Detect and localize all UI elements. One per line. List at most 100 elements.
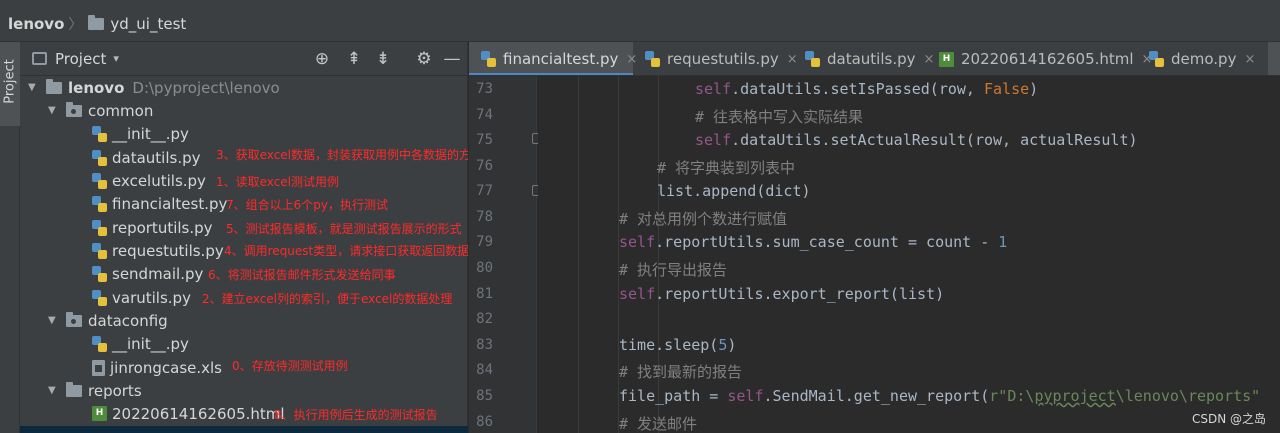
chevron-down-icon[interactable]: ▼	[48, 315, 60, 326]
tab-report-html[interactable]: H 20220614162605.html ×	[927, 42, 1152, 75]
locate-file-icon[interactable]: ⊕	[311, 48, 333, 70]
tab-label: financialtest.py	[503, 50, 619, 68]
annotation-financialtest: 7、组合以上6个py，执行测试	[226, 198, 388, 212]
project-tool-button[interactable]: Project	[0, 42, 20, 126]
python-file-icon	[92, 219, 107, 236]
breadcrumb-folder[interactable]: yd_ui_test	[110, 15, 186, 33]
code-token: self	[619, 233, 656, 251]
tree-item-label: datautils.py	[112, 148, 201, 167]
python-file-icon	[92, 149, 107, 166]
tree-item-lenovo[interactable]: ▼ lenovo D:\pyproject\lenovo	[20, 76, 468, 99]
code-token: )	[1029, 80, 1039, 98]
folder-icon	[66, 381, 82, 397]
code-token: .reportUtils.sum_case_count = count -	[655, 233, 999, 251]
tree-item-path: D:\pyproject\lenovo	[132, 78, 280, 97]
line-number: 73	[476, 81, 493, 97]
excel-file-icon	[92, 359, 105, 376]
code-token: .reportUtils.export_report(list)	[655, 285, 945, 303]
code-token: )	[727, 336, 737, 354]
line-number: 85	[476, 388, 493, 404]
line-number: 74	[476, 107, 493, 123]
code-token: time.sleep(	[619, 336, 719, 354]
code-token: pyproject	[1034, 387, 1116, 405]
python-file-icon	[92, 195, 107, 212]
gear-icon[interactable]: ⚙	[413, 48, 435, 70]
tree-item-label: requestutils.py	[112, 241, 224, 260]
tab-label: 20220614162605.html	[961, 50, 1134, 68]
line-number: 77	[476, 183, 493, 199]
python-file-icon	[92, 125, 107, 142]
selected-row-partial	[20, 426, 468, 433]
tab-overflow[interactable]	[1268, 42, 1280, 75]
line-number: 80	[476, 260, 493, 276]
tab-label: demo.py	[1171, 50, 1237, 68]
annotation-excelutils: 1、读取excel测试用例	[216, 175, 340, 189]
tab-demo[interactable]: demo.py ×	[1137, 42, 1267, 75]
annotation-sendmail: 6、将测试报告邮件形式发送给同事	[208, 268, 396, 282]
tab-requestutils[interactable]: requestutils.py ×	[633, 42, 798, 75]
close-icon[interactable]: ×	[1244, 52, 1255, 67]
tree-item-label: excelutils.py	[112, 171, 206, 190]
project-tool-label: Project	[2, 59, 18, 104]
annotation-varutils: 2、建立excel列的索引，便于excel的数据处理	[202, 292, 453, 306]
chevron-down-icon[interactable]: ▾	[113, 52, 119, 65]
tree-item-label: 20220614162605.html	[112, 404, 285, 423]
project-panel: Project ▾ ⊕ ⇞ ⇟ ⚙ — ▼ lenovo D:\pyprojec…	[20, 42, 468, 433]
tree-item-label: reports	[88, 381, 142, 400]
indent-guide	[578, 76, 579, 433]
tab-datautils[interactable]: datautils.py ×	[793, 42, 934, 75]
tree-item-file[interactable]: __init__.py	[20, 332, 468, 355]
code-token: .dataUtils.setActualResult(row, actualRe…	[731, 131, 1138, 149]
folder-icon	[88, 14, 105, 30]
tab-financialtest[interactable]: financialtest.py ×	[469, 42, 637, 75]
code-line-78: # 对总用例个数进行赋值	[619, 210, 788, 228]
project-panel-title[interactable]: Project	[55, 50, 106, 68]
tree-item-reports[interactable]: ▼ reports	[20, 379, 468, 402]
code-token: False	[984, 80, 1030, 98]
code-token: .SendMail.get_new_report(	[763, 387, 990, 405]
chevron-down-icon[interactable]: ▼	[48, 105, 60, 116]
editor-tab-bar: financialtest.py × requestutils.py × dat…	[469, 42, 1280, 76]
line-number: 84	[476, 362, 493, 378]
collapse-all-icon[interactable]: ⇞	[343, 48, 365, 70]
python-file-icon	[92, 289, 107, 306]
code-line-75: self.dataUtils.setActualResult(row, actu…	[695, 131, 1138, 149]
line-number: 83	[476, 337, 493, 353]
tree-item-file[interactable]: __init__.py	[20, 122, 468, 145]
annotation-jinrongcase: 0、存放待测测试用例	[232, 359, 348, 373]
code-editor[interactable]: self.dataUtils.setIsPassed(row, False) #…	[538, 76, 1280, 433]
breadcrumb-root[interactable]: lenovo	[8, 15, 64, 33]
tree-item-dataconfig[interactable]: ▼ dataconfig	[20, 309, 468, 332]
tree-item-label: reportutils.py	[112, 218, 213, 237]
code-token: self	[727, 387, 764, 405]
chevron-down-icon[interactable]: ▼	[48, 385, 60, 396]
python-file-icon	[92, 335, 107, 352]
python-file-icon	[92, 242, 107, 259]
project-panel-header: Project ▾ ⊕ ⇞ ⇟ ⚙ —	[20, 42, 468, 76]
python-file-icon	[645, 51, 660, 67]
breadcrumb: lenovo 〉 yd_ui_test	[0, 6, 1280, 42]
html-file-icon: H	[92, 406, 107, 421]
code-token: self	[695, 80, 732, 98]
hide-panel-icon[interactable]: —	[441, 48, 463, 70]
code-line-86: # 发送邮件	[619, 415, 698, 433]
code-token: self	[695, 131, 732, 149]
code-line-73: self.dataUtils.setIsPassed(row, False)	[695, 80, 1038, 98]
code-line-81: self.reportUtils.export_report(list)	[619, 285, 944, 303]
folder-icon	[46, 78, 62, 94]
line-number: 75	[476, 132, 493, 148]
tree-item-common[interactable]: ▼ common	[20, 99, 468, 122]
expand-all-icon[interactable]: ⇟	[372, 48, 394, 70]
code-token: self	[619, 285, 656, 303]
tree-item-label: varutils.py	[112, 288, 191, 307]
code-line-76: # 将字典装到列表中	[657, 159, 796, 177]
tree-item-label: financialtest.py	[112, 194, 228, 213]
annotation-reportutils: 5、测试报告模板，就是测试报告展示的形式	[226, 222, 462, 236]
code-line-74: # 往表格中写入实际结果	[695, 108, 864, 126]
html-file-icon: H	[939, 51, 954, 67]
tree-item-label: sendmail.py	[112, 264, 204, 283]
package-folder-icon	[66, 311, 82, 327]
line-number: 76	[476, 158, 493, 174]
python-file-icon	[92, 172, 107, 189]
chevron-down-icon[interactable]: ▼	[28, 82, 40, 93]
